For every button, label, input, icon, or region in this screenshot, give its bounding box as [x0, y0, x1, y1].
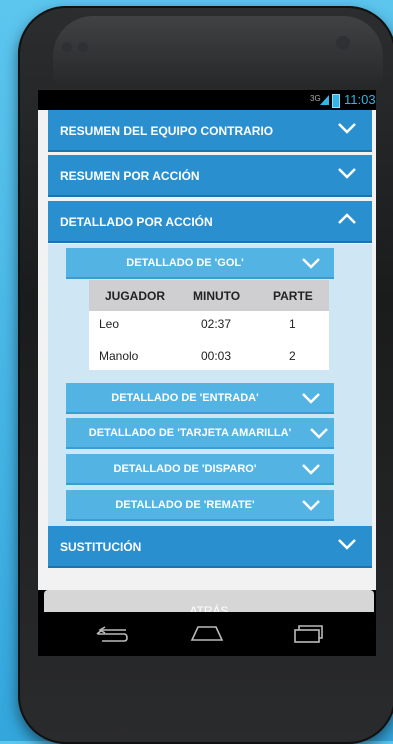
- subsection-gol[interactable]: DETALLADO DE 'GOL': [66, 248, 334, 279]
- section-por-accion[interactable]: RESUMEN POR ACCIÓN: [48, 155, 372, 197]
- section-label: DETALLADO POR ACCIÓN: [60, 215, 213, 229]
- chevron-down-icon: [302, 500, 320, 511]
- recents-nav-icon[interactable]: [293, 624, 323, 644]
- sensor-dot: [78, 42, 88, 52]
- section-sustitucion[interactable]: SUSTITUCIÓN: [48, 526, 372, 568]
- phone-shine: [53, 16, 383, 86]
- chevron-down-icon: [338, 539, 356, 550]
- section-detallado[interactable]: DETALLADO POR ACCIÓN: [48, 201, 372, 243]
- cell-parte: 1: [289, 317, 296, 331]
- subsection-tarjeta-amarilla[interactable]: DETALLADO DE 'TARJETA AMARILLA': [66, 418, 334, 449]
- table-header: JUGADOR MINUTO PARTE: [89, 280, 329, 311]
- subsection-remate[interactable]: DETALLADO DE 'REMATE': [66, 490, 334, 521]
- subsection-disparo[interactable]: DETALLADO DE 'DISPARO': [66, 454, 334, 485]
- subsection-label: DETALLADO DE 'DISPARO': [113, 463, 257, 475]
- chevron-up-icon: [338, 213, 356, 224]
- battery-icon: [332, 94, 340, 108]
- header-minuto: MINUTO: [193, 289, 241, 303]
- section-label: RESUMEN POR ACCIÓN: [60, 169, 200, 183]
- cell-parte: 2: [289, 349, 296, 363]
- section-label: SUSTITUCIÓN: [60, 540, 142, 554]
- chevron-down-icon: [302, 258, 320, 269]
- cell-jugador: Leo: [99, 317, 120, 331]
- subsection-label: DETALLADO DE 'TARJETA AMARILLA': [88, 427, 292, 439]
- chevron-down-icon: [302, 464, 320, 475]
- subsection-entrada[interactable]: DETALLADO DE 'ENTRADA': [66, 383, 334, 414]
- chevron-down-icon: [302, 393, 320, 404]
- subsection-label: DETALLADO DE 'REMATE': [115, 499, 255, 511]
- chevron-down-icon: [310, 428, 328, 439]
- signal-icon: [320, 95, 329, 105]
- home-nav-icon[interactable]: [190, 624, 224, 642]
- header-parte: PARTE: [273, 289, 313, 303]
- system-nav-bar: [38, 612, 376, 656]
- header-jugador: JUGADOR: [105, 289, 166, 303]
- subsection-label: DETALLADO DE 'ENTRADA': [111, 392, 259, 404]
- phone-screen: 3G 11:03 RESUMEN DEL EQUIPO CONTRARIO RE…: [38, 90, 376, 656]
- back-nav-icon[interactable]: [94, 626, 128, 642]
- subsection-label: DETALLADO DE 'GOL': [126, 257, 244, 269]
- status-bar: 3G 11:03: [38, 90, 376, 110]
- clock: 11:03: [344, 92, 376, 107]
- front-camera: [336, 36, 350, 50]
- chevron-down-icon: [338, 123, 356, 134]
- cell-minuto: 02:37: [201, 317, 232, 331]
- cell-jugador: Manolo: [99, 349, 139, 363]
- app-content: RESUMEN DEL EQUIPO CONTRARIO RESUMEN POR…: [38, 110, 376, 656]
- sensor-dot: [62, 42, 72, 52]
- section-label: RESUMEN DEL EQUIPO CONTRARIO: [60, 124, 274, 138]
- gol-table: JUGADOR MINUTO PARTE Leo 02:37 1 Manolo …: [89, 280, 329, 370]
- section-equipo-contrario[interactable]: RESUMEN DEL EQUIPO CONTRARIO: [48, 110, 372, 152]
- cell-minuto: 00:03: [201, 349, 232, 363]
- chevron-down-icon: [338, 168, 356, 179]
